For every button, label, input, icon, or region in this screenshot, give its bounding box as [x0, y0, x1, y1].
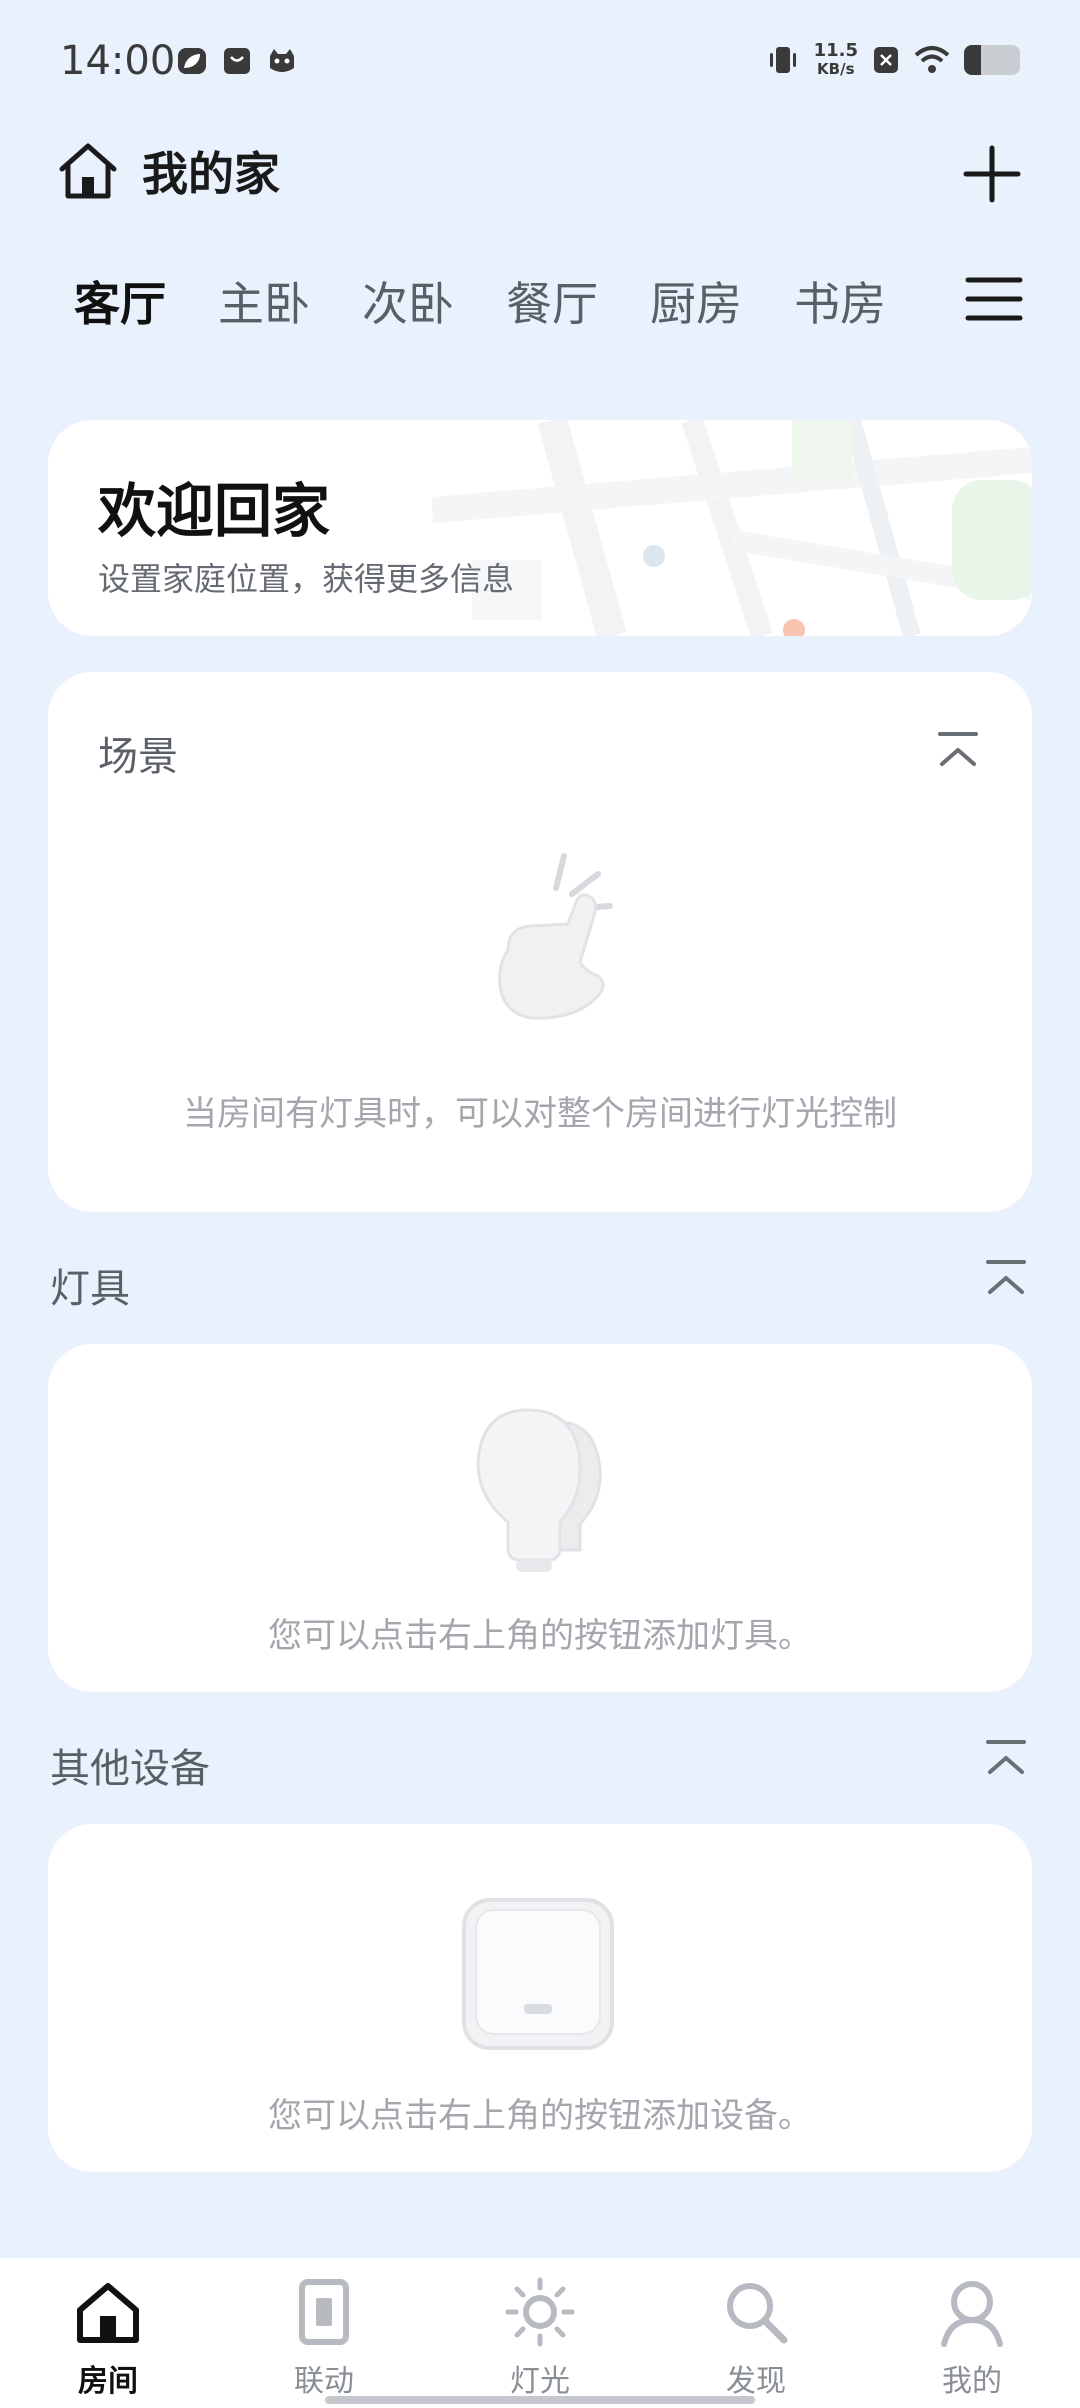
cat-app-icon	[270, 49, 294, 72]
lights-collapse-icon[interactable]	[984, 1256, 1028, 1300]
devices-section-title: 其他设备	[50, 1746, 210, 1792]
search-icon	[727, 2283, 788, 2344]
room-tab-master-bedroom[interactable]: 主卧	[218, 268, 310, 334]
header: 我的家	[56, 138, 280, 204]
welcome-subtitle: 设置家庭位置，获得更多信息	[98, 560, 515, 598]
status-bar: 14:00 11.5 KB/s	[0, 0, 1080, 130]
linkage-icon	[299, 2279, 349, 2345]
status-right-icons: 11.5 KB/s	[766, 42, 1020, 78]
plus-icon[interactable]	[960, 142, 1024, 206]
room-tab-second-bedroom[interactable]: 次卧	[362, 268, 454, 334]
lights-empty-text: 您可以点击右上角的按钮添加灯具。	[268, 1616, 812, 1656]
nav-item-linkage[interactable]: 联动	[216, 2258, 432, 2408]
room-tab-kitchen[interactable]: 厨房	[650, 268, 742, 334]
close-notification-icon	[874, 47, 898, 73]
status-time: 14:00	[60, 38, 176, 84]
nav-label-rooms: 房间	[78, 2364, 138, 2399]
collapse-icon[interactable]	[936, 728, 980, 772]
welcome-title: 欢迎回家	[98, 477, 331, 545]
leaf-app-icon	[178, 48, 206, 74]
shopping-bag-icon	[224, 48, 250, 74]
sun-icon	[505, 2277, 575, 2347]
welcome-card[interactable]: 欢迎回家 设置家庭位置，获得更多信息	[48, 420, 1032, 636]
devices-empty-text: 您可以点击右上角的按钮添加设备。	[268, 2096, 812, 2136]
home-title[interactable]: 我的家	[142, 138, 280, 204]
nav-item-discover[interactable]: 发现	[648, 2258, 864, 2408]
tap-hand-icon	[498, 853, 613, 1020]
scene-card: 场景 当房间有灯具时，可以对整个房间进行灯光控制	[48, 672, 1032, 1212]
scene-empty-text: 当房间有灯具时，可以对整个房间进行灯光控制	[183, 1094, 897, 1134]
device-switch-icon	[462, 1898, 614, 2050]
net-speed-unit: KB/s	[817, 60, 855, 78]
devices-collapse-icon[interactable]	[984, 1736, 1028, 1780]
bottom-nav: 房间 联动 灯光 发现 我的	[0, 2258, 1080, 2408]
nav-item-lighting[interactable]: 灯光	[432, 2258, 648, 2408]
scene-title: 场景	[98, 734, 178, 780]
wifi-icon	[914, 46, 950, 73]
room-tabs: 客厅 主卧 次卧 餐厅 厨房 书房	[74, 268, 886, 334]
nav-label-lighting: 灯光	[510, 2364, 570, 2399]
devices-card: 您可以点击右上角的按钮添加设备。	[48, 1824, 1032, 2172]
home-outline-icon[interactable]	[56, 141, 120, 201]
map-background-image	[432, 420, 1032, 636]
battery-level	[964, 45, 981, 75]
room-tab-dining-room[interactable]: 餐厅	[506, 268, 598, 334]
home-icon	[77, 2283, 139, 2343]
light-bulb-icon	[476, 1408, 602, 1572]
home-indicator	[325, 2396, 755, 2404]
nav-label-profile: 我的	[942, 2364, 1002, 2399]
battery-icon	[964, 45, 1020, 75]
net-speed: 11.5 KB/s	[813, 40, 858, 79]
menu-icon[interactable]	[964, 274, 1024, 324]
lights-section-title: 灯具	[50, 1266, 130, 1312]
net-speed-value: 11.5	[813, 40, 858, 61]
nav-item-profile[interactable]: 我的	[864, 2258, 1080, 2408]
room-tab-living-room[interactable]: 客厅	[74, 268, 166, 334]
nav-label-linkage: 联动	[294, 2364, 354, 2399]
lights-card: 您可以点击右上角的按钮添加灯具。	[48, 1344, 1032, 1692]
nav-item-rooms[interactable]: 房间	[0, 2258, 216, 2408]
profile-icon	[941, 2281, 1003, 2347]
vibrate-icon	[769, 47, 796, 73]
nav-label-discover: 发现	[726, 2364, 786, 2399]
room-tab-study[interactable]: 书房	[794, 268, 886, 334]
status-left-icons	[176, 46, 298, 76]
